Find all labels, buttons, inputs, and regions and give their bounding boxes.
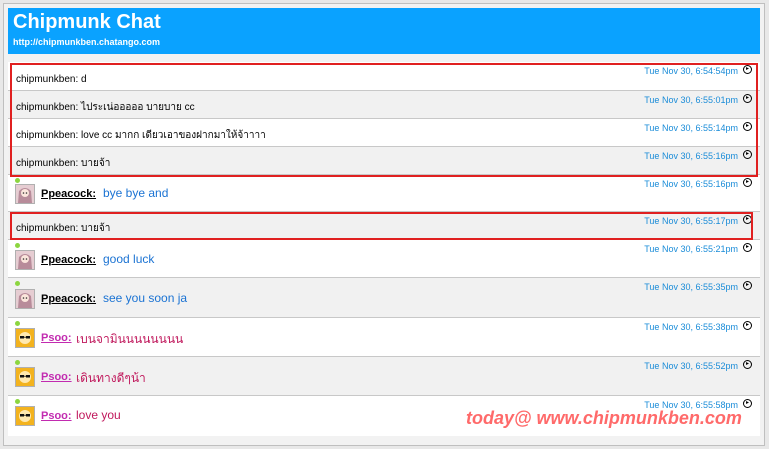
circled-arrow-icon[interactable]: ▸ — [743, 399, 752, 408]
message-row: Ppeacock: good luck Tue Nov 30, 6:55:21p… — [8, 240, 760, 278]
circled-arrow-icon[interactable]: ▸ — [743, 215, 752, 224]
message-row: Tue Nov 30, 6:55:01pm ▸ chipmunkben: ไปร… — [8, 91, 760, 119]
message-text: bye bye and — [103, 186, 169, 200]
message-text: เดินทางดีๆน้า — [76, 371, 146, 385]
circled-arrow-icon[interactable]: ▸ — [743, 65, 752, 74]
message-row: Ppeacock: see you soon ja Tue Nov 30, 6:… — [8, 278, 760, 318]
username-link[interactable]: Ppeacock: — [41, 188, 96, 200]
message-text: chipmunkben: บายจ้า — [16, 223, 111, 234]
circled-arrow-icon[interactable]: ▸ — [743, 243, 752, 252]
message-text: chipmunkben: d — [16, 74, 87, 85]
message-text: chipmunkben: love cc มากก เดียวเอาของฝาก… — [16, 130, 266, 141]
message-timestamp: Tue Nov 30, 6:55:21pm — [644, 244, 738, 254]
message-timestamp: Tue Nov 30, 6:55:38pm — [644, 322, 738, 332]
user-avatar[interactable] — [15, 367, 35, 387]
circled-arrow-icon[interactable]: ▸ — [743, 94, 752, 103]
user-avatar[interactable] — [15, 289, 35, 309]
message-text: เบนจามินนนนนนนน — [76, 332, 184, 346]
online-status-dot — [15, 178, 20, 183]
message-text: see you soon ja — [103, 291, 188, 305]
message-timestamp: Tue Nov 30, 6:55:14pm — [644, 123, 738, 133]
circled-arrow-icon[interactable]: ▸ — [743, 150, 752, 159]
username-link[interactable]: Psoo: — [41, 410, 72, 422]
online-status-dot — [15, 360, 20, 365]
chat-url[interactable]: http://chipmunkben.chatango.com — [13, 36, 160, 48]
username-link[interactable]: Psoo: — [41, 371, 72, 383]
circled-arrow-icon[interactable]: ▸ — [743, 122, 752, 131]
user-avatar[interactable] — [15, 328, 35, 348]
circled-arrow-icon[interactable]: ▸ — [743, 281, 752, 290]
message-timestamp: Tue Nov 30, 6:55:17pm — [644, 216, 738, 226]
online-status-dot — [15, 243, 20, 248]
message-row: Tue Nov 30, 6:55:14pm ▸ chipmunkben: lov… — [8, 119, 760, 147]
chat-header: Chipmunk Chat http://chipmunkben.chatang… — [8, 8, 760, 54]
anime-girl-avatar — [16, 251, 34, 269]
message-row: Tue Nov 30, 6:54:54pm ▸ chipmunkben: d — [8, 62, 760, 91]
message-row: Ppeacock: bye bye and Tue Nov 30, 6:55:1… — [8, 175, 760, 212]
message-timestamp: Tue Nov 30, 6:54:54pm — [644, 66, 738, 76]
message-row: Psoo: เบนจามินนนนนนนน Tue Nov 30, 6:55:3… — [8, 318, 760, 357]
user-avatar[interactable] — [15, 406, 35, 426]
circled-arrow-icon[interactable]: ▸ — [743, 178, 752, 187]
message-timestamp: Tue Nov 30, 6:55:16pm — [644, 151, 738, 161]
online-status-dot — [15, 281, 20, 286]
watermark-text: today@ www.chipmunkben.com — [466, 408, 742, 428]
message-text: chipmunkben: ไประเน่อออออ บายบาย cc — [16, 102, 195, 113]
username-link[interactable]: Ppeacock: — [41, 293, 96, 305]
anime-girl-avatar — [16, 290, 34, 308]
message-timestamp: Tue Nov 30, 6:55:01pm — [644, 95, 738, 105]
online-status-dot — [15, 321, 20, 326]
user-avatar[interactable] — [15, 184, 35, 204]
cartoon-sunglasses-avatar — [16, 368, 34, 386]
message-text: chipmunkben: บายจ้า — [16, 158, 111, 169]
message-list[interactable]: Tue Nov 30, 6:54:54pm ▸ chipmunkben: d T… — [8, 62, 760, 436]
message-row: Tue Nov 30, 6:55:16pm ▸ chipmunkben: บาย… — [8, 147, 760, 175]
circled-arrow-icon[interactable]: ▸ — [743, 321, 752, 330]
message-timestamp: Tue Nov 30, 6:55:35pm — [644, 282, 738, 292]
chat-title: Chipmunk Chat — [13, 11, 161, 33]
username-link[interactable]: Ppeacock: — [41, 254, 96, 266]
message-row: Psoo: เดินทางดีๆน้า Tue Nov 30, 6:55:52p… — [8, 357, 760, 396]
anime-girl-avatar — [16, 185, 34, 203]
message-timestamp: Tue Nov 30, 6:55:52pm — [644, 361, 738, 371]
message-row: Tue Nov 30, 6:55:17pm ▸ chipmunkben: บาย… — [8, 212, 760, 240]
cartoon-sunglasses-avatar — [16, 329, 34, 347]
message-timestamp: Tue Nov 30, 6:55:16pm — [644, 179, 738, 189]
message-text: good luck — [103, 252, 155, 266]
message-text: love you — [76, 408, 121, 422]
user-avatar[interactable] — [15, 250, 35, 270]
cartoon-sunglasses-avatar — [16, 407, 34, 425]
online-status-dot — [15, 399, 20, 404]
circled-arrow-icon[interactable]: ▸ — [743, 360, 752, 369]
username-link[interactable]: Psoo: — [41, 332, 72, 344]
